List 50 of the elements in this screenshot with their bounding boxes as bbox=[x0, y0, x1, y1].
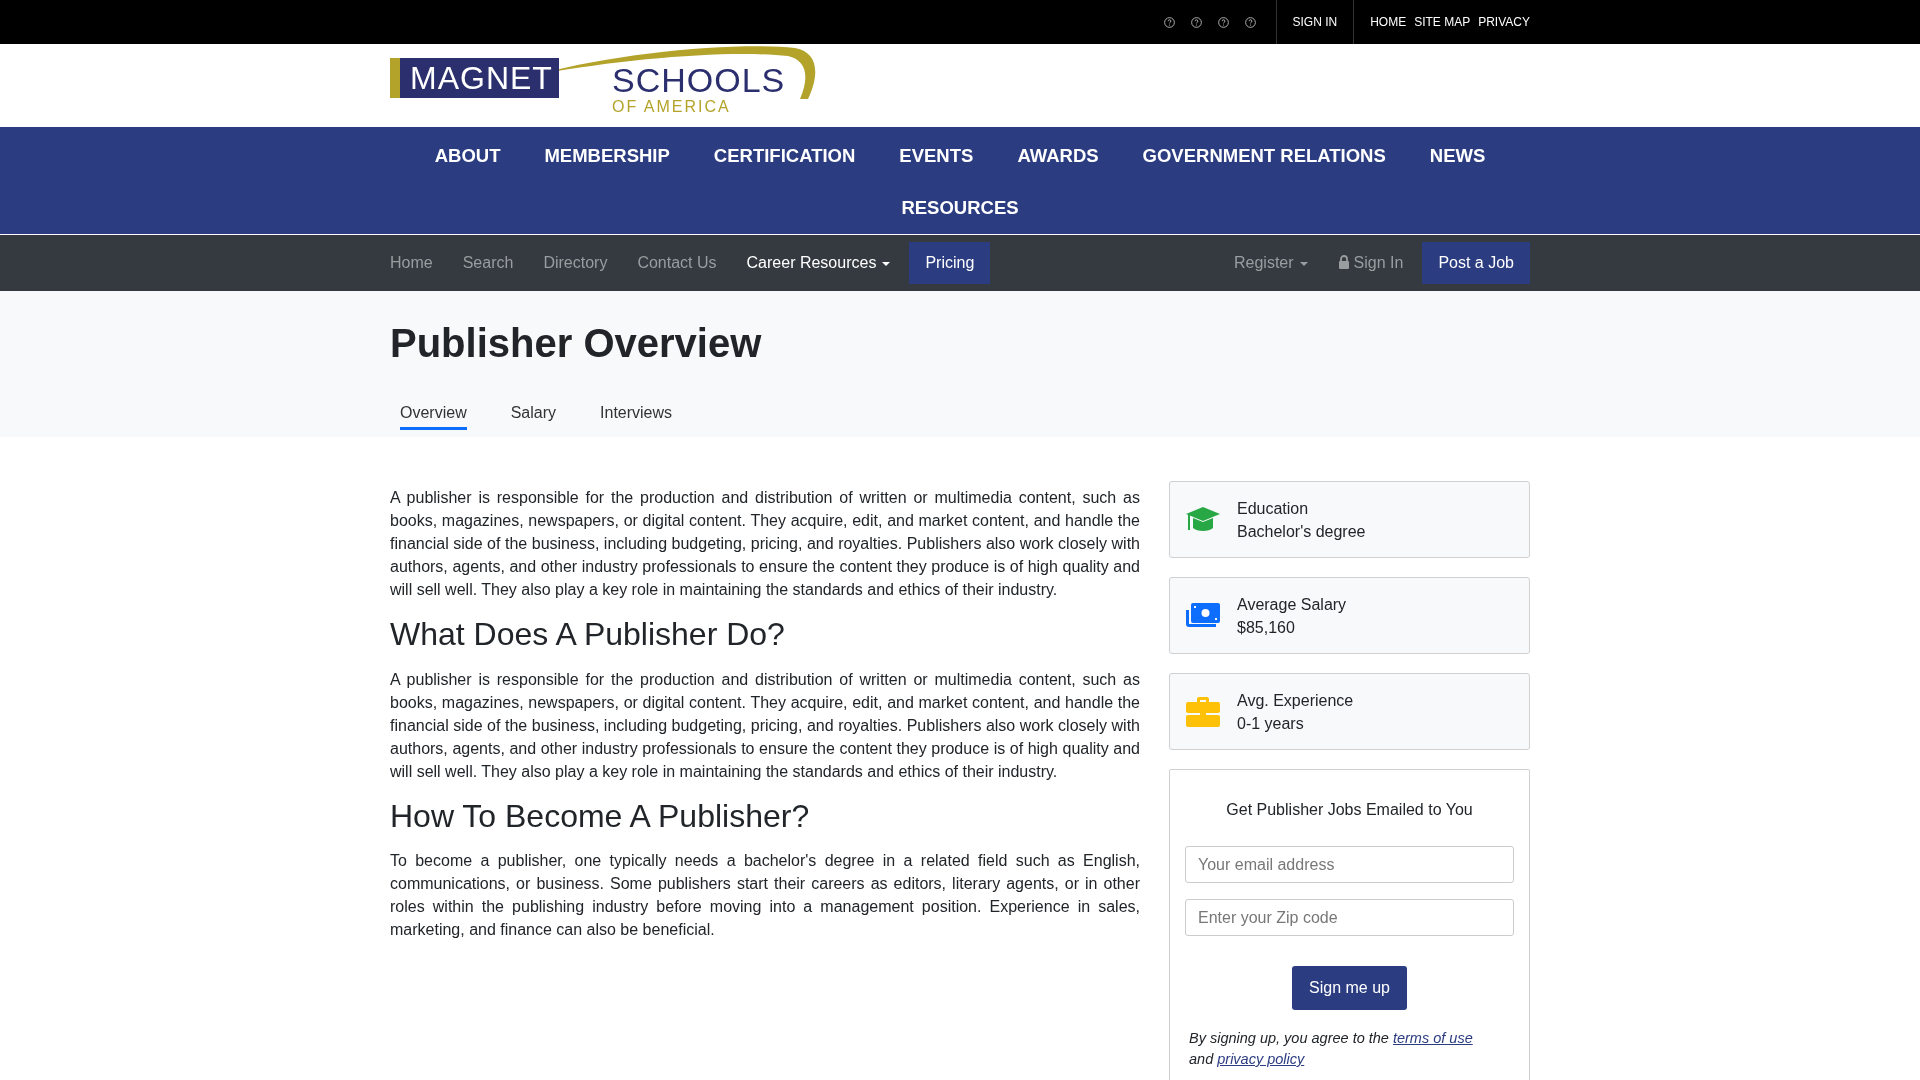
briefcase-icon bbox=[1185, 695, 1221, 728]
tab[interactable]: Overview bbox=[400, 401, 467, 430]
privacy-link[interactable]: privacy policy bbox=[1217, 1051, 1305, 1067]
terms-text: By signing up, you agree to the terms of use and privacy policy bbox=[1188, 1029, 1474, 1069]
lock-icon bbox=[1337, 255, 1350, 269]
nav-link[interactable]: MEMBERSHIP bbox=[522, 130, 692, 182]
nav-link[interactable]: CERTIFICATION bbox=[691, 130, 878, 182]
section-heading: How To Become A Publisher? bbox=[390, 796, 811, 836]
nav-link[interactable]: NEWS bbox=[1407, 130, 1508, 182]
info-label: Avg. Experience bbox=[1237, 690, 1354, 711]
logo-wordmark: MAGNET bbox=[390, 58, 559, 98]
nav-link[interactable]: AWARDS bbox=[995, 130, 1121, 182]
sign-up-button[interactable]: Sign me up bbox=[1292, 966, 1407, 1010]
nav-link[interactable]: RESOURCES bbox=[879, 182, 1041, 234]
money-icon bbox=[1185, 601, 1221, 630]
top-link[interactable]: PRIVACY bbox=[1478, 13, 1530, 31]
nav-button[interactable]: Post a Job bbox=[1422, 242, 1530, 284]
graduation-cap-icon bbox=[1185, 505, 1221, 534]
info-value: $85,160 bbox=[1237, 617, 1296, 638]
nav-link[interactable]: Contact Us bbox=[622, 251, 732, 275]
email-field[interactable]: Your email address bbox=[1185, 846, 1514, 883]
logo-tagline: OF AMERICA bbox=[612, 98, 731, 116]
nav-button[interactable]: Pricing bbox=[909, 242, 991, 284]
nav-link[interactable]: ABOUT bbox=[412, 130, 523, 182]
paragraph: A publisher is responsible for the production and distribution of written or multimedia content, such as books, magazines, newspapers, or digital content. They acquire, edit, and market content, and handle the financial side of the business, including budgeting, pricing, and royalties. Publishers also work closely with authors, agents, and other industry professionals to ensure the content they produce is of high quality and will sell well. They also play a key role in maintaining the standards and ethics of their industry. bbox=[390, 669, 1140, 782]
terms-link[interactable]: terms of use bbox=[1392, 1030, 1473, 1046]
info-label: Education bbox=[1237, 498, 1310, 519]
tab[interactable]: Interviews bbox=[600, 401, 673, 430]
top-link[interactable]: HOME bbox=[1370, 13, 1407, 31]
signup-title: Get Publisher Jobs Emailed to You bbox=[1225, 800, 1474, 820]
info-value: Bachelor's degree bbox=[1237, 521, 1366, 542]
nav-link[interactable]: Sign In bbox=[1322, 251, 1419, 275]
zip-field[interactable]: Enter your Zip code bbox=[1185, 899, 1514, 936]
sign-in-link[interactable]: SIGN IN bbox=[1276, 13, 1354, 31]
dropdown-toggle-link[interactable]: Career Resources bbox=[731, 251, 906, 275]
info-value: 0-1 years bbox=[1237, 713, 1305, 734]
nav-link[interactable]: GOVERNMENT RELATIONS bbox=[1120, 130, 1408, 182]
nav-link[interactable]: Directory bbox=[528, 251, 623, 275]
tab[interactable]: Salary bbox=[510, 401, 557, 430]
top-link[interactable]: SITE MAP bbox=[1414, 13, 1471, 31]
paragraph: A publisher is responsible for the production and distribution of written or multimedia content, such as books, magazines, newspapers, or digital content. They acquire, edit, and market content, and handle the financial side of the business, including budgeting, pricing, and royalties. Publishers also work closely with authors, agents, and other industry professionals to ensure the content they produce is of high quality and will sell well. They also play a key role in maintaining the standards and ethics of their industry. bbox=[390, 488, 1140, 601]
dropdown-toggle-link[interactable]: Register bbox=[1219, 251, 1323, 275]
nav-link[interactable]: Search bbox=[447, 251, 529, 275]
paragraph: To become a publisher, one typically needs a bachelor's degree in a related field such as English, communications, or business. Some publishers start their careers as editors, literary agents, or in other roles within the publishing industry before moving into a management position. Experience in sales, marketing, and finance can also be beneficial. bbox=[390, 851, 1140, 941]
page-title: Publisher Overview bbox=[390, 320, 763, 367]
nav-link[interactable]: Home bbox=[390, 251, 448, 275]
section-heading: What Does A Publisher Do? bbox=[390, 615, 786, 654]
nav-link[interactable]: EVENTS bbox=[877, 130, 996, 182]
info-label: Average Salary bbox=[1237, 594, 1347, 615]
logo-text: SCHOOLS bbox=[612, 62, 786, 98]
